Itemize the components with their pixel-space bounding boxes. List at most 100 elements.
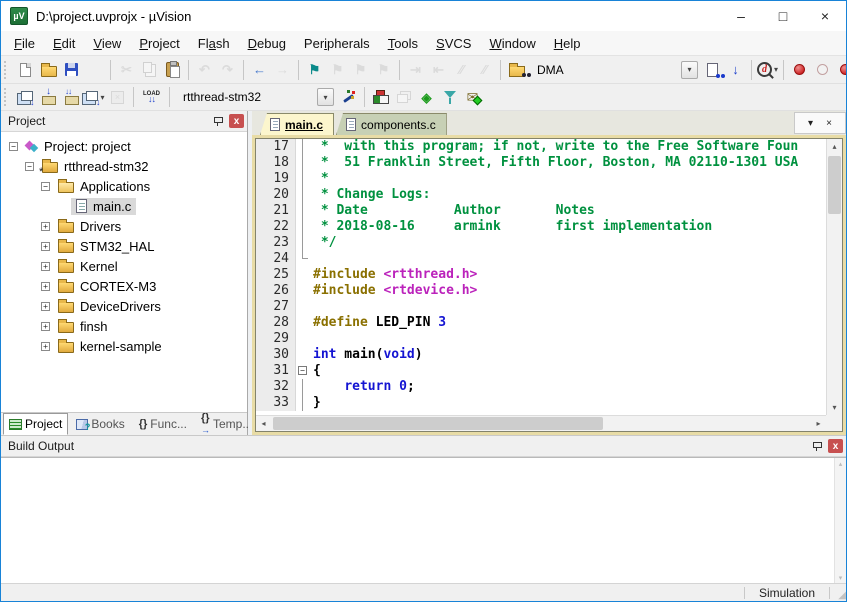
editor-tab-components-c[interactable]: components.c bbox=[336, 113, 447, 135]
expand-toggle[interactable]: + bbox=[41, 322, 50, 331]
target-combo[interactable]: rtthread-stm32▾ bbox=[177, 87, 334, 107]
tree-item-cortex-m3[interactable]: +CORTEX-M3 bbox=[1, 276, 247, 296]
find-in-files[interactable] bbox=[701, 58, 724, 82]
tree-item-applications[interactable]: −Applications bbox=[1, 176, 247, 196]
open-file[interactable] bbox=[37, 58, 60, 82]
menu-file[interactable]: File bbox=[5, 33, 44, 54]
menu-flash[interactable]: Flash bbox=[189, 33, 239, 54]
editor-tab-main-c[interactable]: main.c bbox=[260, 113, 334, 135]
expand-toggle[interactable]: + bbox=[41, 302, 50, 311]
tree-item-devicedrivers[interactable]: +DeviceDrivers bbox=[1, 296, 247, 316]
menu-debug[interactable]: Debug bbox=[239, 33, 295, 54]
paste[interactable] bbox=[161, 58, 184, 82]
save-all[interactable] bbox=[83, 58, 106, 82]
toggle-bookmark[interactable]: ⚑ bbox=[303, 58, 326, 82]
options-for-target[interactable] bbox=[337, 85, 360, 109]
find-combo-dropdown-button[interactable]: ▾ bbox=[681, 61, 698, 79]
pack-installer[interactable]: ✉ bbox=[461, 85, 484, 109]
menu-project[interactable]: Project bbox=[130, 33, 188, 54]
expand-toggle[interactable]: + bbox=[41, 342, 50, 351]
rebuild-all[interactable] bbox=[60, 85, 83, 109]
close-build-panel-button[interactable]: x bbox=[828, 439, 843, 453]
run-time-environment[interactable]: ◈ bbox=[415, 85, 438, 109]
scroll-down-icon[interactable]: ▾ bbox=[827, 400, 842, 415]
tab-list-dropdown-icon[interactable]: ▾ bbox=[808, 118, 813, 129]
kill-all-breakpoints[interactable] bbox=[834, 58, 846, 82]
vertical-scroll-thumb[interactable] bbox=[828, 156, 841, 214]
tree-item-stm32-hal[interactable]: +STM32_HAL bbox=[1, 236, 247, 256]
find-in-files-folder[interactable] bbox=[505, 58, 528, 82]
fold-margin[interactable] bbox=[296, 171, 309, 187]
translate-file[interactable] bbox=[14, 85, 37, 109]
expand-toggle[interactable]: + bbox=[41, 242, 50, 251]
tree-item-rtthread-stm32[interactable]: −rtthread-stm32 bbox=[1, 156, 247, 176]
menu-svcs[interactable]: SVCS bbox=[427, 33, 480, 54]
tree-item-project-project[interactable]: −Project: project bbox=[1, 136, 247, 156]
close-tab-icon[interactable]: × bbox=[826, 118, 832, 129]
new-file[interactable] bbox=[14, 58, 37, 82]
menu-peripherals[interactable]: Peripherals bbox=[295, 33, 379, 54]
navigate-back[interactable]: ← bbox=[248, 58, 271, 82]
expand-toggle[interactable]: + bbox=[41, 222, 50, 231]
panel-tab-project[interactable]: Project bbox=[3, 413, 68, 435]
scroll-up-icon[interactable]: ▴ bbox=[827, 139, 842, 154]
scroll-up-icon[interactable]: ▴ bbox=[835, 458, 846, 469]
tree-item-drivers[interactable]: +Drivers bbox=[1, 216, 247, 236]
build-output-content[interactable]: ▴ ▾ bbox=[1, 457, 846, 583]
download-to-flash[interactable]: LOAD↓↓ bbox=[138, 85, 165, 109]
batch-build-dropdown-icon[interactable]: ▾ bbox=[100, 93, 104, 102]
fold-margin[interactable] bbox=[296, 299, 309, 315]
maximize-button[interactable]: □ bbox=[762, 1, 804, 31]
batch-build[interactable]: ▾ bbox=[83, 85, 106, 109]
expand-toggle[interactable]: − bbox=[25, 162, 34, 171]
expand-toggle[interactable]: − bbox=[41, 182, 50, 191]
scroll-down-icon[interactable]: ▾ bbox=[835, 572, 846, 583]
menu-tools[interactable]: Tools bbox=[379, 33, 427, 54]
fold-margin[interactable] bbox=[296, 347, 309, 363]
select-software-packs[interactable] bbox=[438, 85, 461, 109]
manage-project-items[interactable] bbox=[369, 85, 392, 109]
fold-margin[interactable] bbox=[296, 283, 309, 299]
tree-item-main-c[interactable]: main.c bbox=[1, 196, 247, 216]
editor-horizontal-scrollbar[interactable]: ◂ ▸ bbox=[256, 415, 826, 431]
incremental-find[interactable]: ↓ bbox=[724, 58, 747, 82]
tree-item-finsh[interactable]: +finsh bbox=[1, 316, 247, 336]
fold-margin[interactable] bbox=[296, 267, 309, 283]
expand-toggle[interactable]: + bbox=[41, 262, 50, 271]
fold-collapse-icon[interactable]: − bbox=[298, 366, 307, 375]
fold-margin[interactable] bbox=[296, 315, 309, 331]
save[interactable] bbox=[60, 58, 83, 82]
insert-remove-breakpoint[interactable] bbox=[788, 58, 811, 82]
fold-margin[interactable] bbox=[296, 219, 309, 235]
toolbar-grip[interactable] bbox=[4, 61, 10, 79]
find-combo[interactable]: DMA▾ bbox=[531, 60, 698, 80]
fold-margin[interactable] bbox=[296, 203, 309, 219]
fold-margin[interactable] bbox=[296, 379, 309, 395]
fold-margin[interactable] bbox=[296, 187, 309, 203]
menu-help[interactable]: Help bbox=[545, 33, 590, 54]
menu-edit[interactable]: Edit bbox=[44, 33, 84, 54]
fold-margin[interactable] bbox=[296, 251, 309, 267]
close-panel-button[interactable]: x bbox=[229, 114, 244, 128]
build-output-scrollbar[interactable]: ▴ ▾ bbox=[834, 458, 846, 583]
debug-session-dropdown-icon[interactable]: ▾ bbox=[774, 65, 778, 74]
close-button[interactable]: × bbox=[804, 1, 846, 31]
fold-margin[interactable] bbox=[296, 139, 309, 155]
fold-margin[interactable] bbox=[296, 235, 309, 251]
fold-margin[interactable]: − bbox=[296, 363, 309, 379]
scroll-left-icon[interactable]: ◂ bbox=[256, 416, 271, 431]
fold-margin[interactable] bbox=[296, 331, 309, 347]
pin-panel-button[interactable] bbox=[209, 114, 225, 129]
horizontal-scroll-thumb[interactable] bbox=[273, 417, 603, 430]
tree-item-kernel-sample[interactable]: +kernel-sample bbox=[1, 336, 247, 356]
menu-window[interactable]: Window bbox=[480, 33, 544, 54]
build-target[interactable] bbox=[37, 85, 60, 109]
fold-margin[interactable] bbox=[296, 155, 309, 171]
debug-session[interactable]: d▾ bbox=[756, 58, 779, 82]
resize-grip[interactable]: ◢ bbox=[830, 585, 846, 601]
tree-item-kernel[interactable]: +Kernel bbox=[1, 256, 247, 276]
toolbar-grip[interactable] bbox=[4, 88, 10, 106]
pin-build-panel-button[interactable] bbox=[808, 439, 824, 454]
menu-view[interactable]: View bbox=[84, 33, 130, 54]
panel-tab-books[interactable]: Books bbox=[70, 413, 130, 435]
